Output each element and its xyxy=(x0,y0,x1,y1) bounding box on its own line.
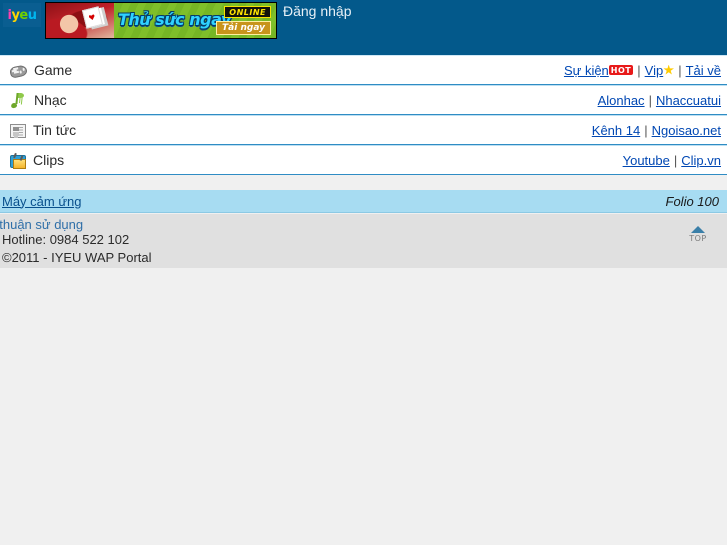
link-ngoisao-net[interactable]: Ngoisao.net xyxy=(652,123,721,138)
separator-1: | xyxy=(637,62,641,78)
device-bar: Máy cảm ứng Folio 100 xyxy=(0,190,727,213)
terms-link[interactable]: Thỏa thuận sử dụng xyxy=(0,217,83,232)
iyeu-logo[interactable]: iyeu xyxy=(3,3,41,27)
menu-label-tin-tuc: Tin tức xyxy=(33,122,77,138)
link-nhaccuatui[interactable]: Nhaccuatui xyxy=(656,93,721,108)
hot-badge: HOT xyxy=(608,65,634,75)
menu-row-clips-links: Youtube | Clip.vn xyxy=(623,153,721,168)
link-vip-wrap[interactable]: Vip xyxy=(645,63,675,78)
menu-row-tin-tuc[interactable]: Tin tức Kênh 14 | Ngoisao.net xyxy=(0,115,727,145)
separator-2: | xyxy=(678,62,682,78)
menu-row-game-links: Sự kiện HOT | Vip | Tải về xyxy=(564,63,721,78)
menu-label-nhac: Nhạc xyxy=(34,92,67,108)
gamepad-icon xyxy=(9,63,28,79)
link-clip-vn[interactable]: Clip.vn xyxy=(681,153,721,168)
back-to-top-label: TOP xyxy=(689,234,707,243)
menu-row-tin-tuc-links: Kênh 14 | Ngoisao.net xyxy=(592,123,721,138)
site-header: iyeu Thử sức ngay ONLINE Tải ngay Đăng n… xyxy=(0,0,727,55)
logo-letter-4: u xyxy=(27,7,37,23)
link-kenh-14[interactable]: Kênh 14 xyxy=(592,123,640,138)
menu-row-game[interactable]: Game Sự kiện HOT | Vip | Tải về xyxy=(0,55,727,85)
advertisement-banner[interactable]: Thử sức ngay ONLINE Tải ngay xyxy=(45,2,277,39)
link-alonhac[interactable]: Alonhac xyxy=(598,93,645,108)
site-footer: Thỏa thuận sử dụng Hotline: 0984 522 102… xyxy=(0,214,727,268)
login-link[interactable]: Đăng nhập xyxy=(283,1,352,21)
link-vip[interactable]: Vip xyxy=(645,63,664,78)
logo-text: iyeu xyxy=(7,7,37,23)
link-youtube[interactable]: Youtube xyxy=(623,153,670,168)
banner-online-badge: ONLINE xyxy=(224,6,271,18)
menu-row-nhac-left: Nhạc xyxy=(10,92,67,108)
menu-row-game-left: Game xyxy=(9,62,73,79)
back-to-top-button[interactable]: TOP xyxy=(685,226,711,243)
menu-row-tin-tuc-left: Tin tức xyxy=(10,122,76,138)
menu-label-clips: Clips xyxy=(33,152,65,168)
logo-letter-3: e xyxy=(19,7,28,23)
separator-5: | xyxy=(673,152,678,168)
hotline-text: Hotline: 0984 522 102 xyxy=(2,232,130,247)
link-tai-ve[interactable]: Tải về xyxy=(686,63,721,78)
banner-character-image xyxy=(46,3,114,38)
banner-title: Thử sức ngay xyxy=(118,10,231,29)
page-root: iyeu Thử sức ngay ONLINE Tải ngay Đăng n… xyxy=(0,0,727,545)
menu-row-nhac[interactable]: Nhạc Alonhac | Nhaccuatui xyxy=(0,85,727,115)
device-model-label: Folio 100 xyxy=(665,193,719,209)
page-background xyxy=(0,268,727,545)
music-note-icon xyxy=(10,92,27,108)
touchscreen-link[interactable]: Máy cảm ứng xyxy=(2,194,82,209)
link-su-kien-wrap[interactable]: Sự kiện HOT xyxy=(564,63,634,78)
menu-label-game: Game xyxy=(34,62,73,78)
star-icon xyxy=(663,64,674,75)
newspaper-icon xyxy=(10,123,26,138)
separator-4: | xyxy=(644,122,648,138)
separator-3: | xyxy=(648,92,652,108)
copyright-text: ©2011 - IYEU WAP Portal xyxy=(2,250,152,265)
link-su-kien[interactable]: Sự kiện xyxy=(564,63,609,78)
banner-download-button[interactable]: Tải ngay xyxy=(216,21,271,35)
menu-row-nhac-links: Alonhac | Nhaccuatui xyxy=(598,93,721,108)
menu-row-clips[interactable]: Clips Youtube | Clip.vn xyxy=(0,145,727,175)
triangle-up-icon xyxy=(691,226,705,233)
logo-letter-2: y xyxy=(11,7,20,23)
menu-row-clips-left: Clips xyxy=(10,152,65,169)
tv-icon xyxy=(10,154,26,169)
main-menu: Game Sự kiện HOT | Vip | Tải về Nhạc Alo… xyxy=(0,55,727,175)
